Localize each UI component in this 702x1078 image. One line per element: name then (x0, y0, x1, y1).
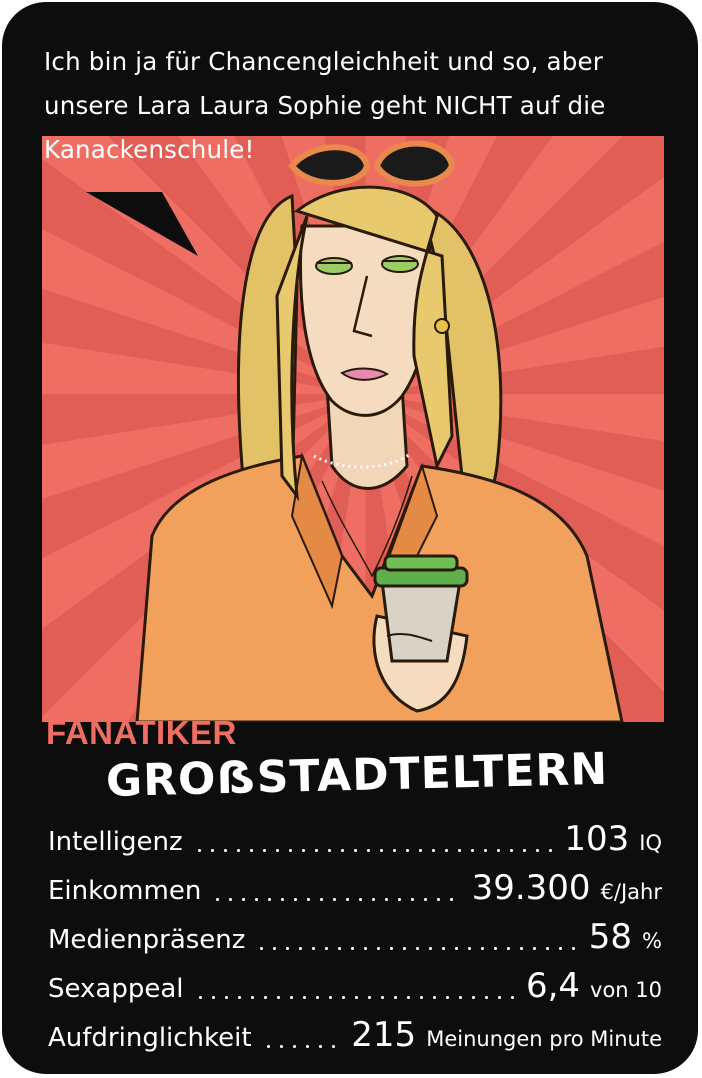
stats-list: Intelligenz 103 IQ Einkommen 39.300 €/Ja… (48, 812, 662, 1057)
stat-row-intelligenz: Intelligenz 103 IQ (48, 812, 662, 861)
quote-line: Kanackenschule! (44, 135, 255, 164)
card-title: GROẞSTADTELTERN (105, 743, 609, 807)
category-label: FANATIKER (46, 714, 237, 751)
stat-label: Einkommen (48, 876, 202, 906)
quote-line: Ich bin ja für Chancengleichheit und so,… (44, 47, 604, 76)
stat-row-einkommen: Einkommen 39.300 €/Jahr (48, 861, 662, 910)
leader-dots (261, 1045, 342, 1048)
stat-unit: €/Jahr (600, 880, 662, 904)
quote-line: unsere Lara Laura Sophie geht NICHT auf … (44, 91, 606, 120)
speech-bubble-quote: Ich bin ja für Chancengleichheit und so,… (44, 40, 664, 172)
stat-row-medienpraesenz: Medienpräsenz 58 % (48, 910, 662, 959)
stat-value: 6,4 (525, 966, 581, 1006)
stat-unit: % (642, 929, 662, 953)
trump-card: Ich bin ja für Chancengleichheit und so,… (2, 2, 698, 1074)
stat-value: 39.300 (471, 868, 591, 908)
stat-row-sexappeal: Sexappeal 6,4 von 10 (48, 959, 662, 1008)
stat-label: Sexappeal (48, 974, 184, 1004)
leader-dots (211, 898, 462, 901)
leader-dots (255, 947, 579, 950)
stat-label: Intelligenz (48, 827, 183, 857)
stat-value: 58 (588, 917, 633, 957)
leader-dots (192, 849, 555, 852)
stat-unit: von 10 (590, 978, 662, 1002)
stat-label: Aufdringlichkeit (48, 1023, 252, 1053)
stat-label: Medienpräsenz (48, 925, 246, 955)
leader-dots (193, 996, 516, 999)
stat-unit: IQ (639, 831, 662, 855)
stat-unit: Meinungen pro Minute (426, 1027, 662, 1051)
stat-value: 215 (351, 1015, 417, 1055)
stat-row-aufdringlichkeit: Aufdringlichkeit 215 Meinungen pro Minut… (48, 1008, 662, 1057)
stat-value: 103 (564, 819, 630, 859)
